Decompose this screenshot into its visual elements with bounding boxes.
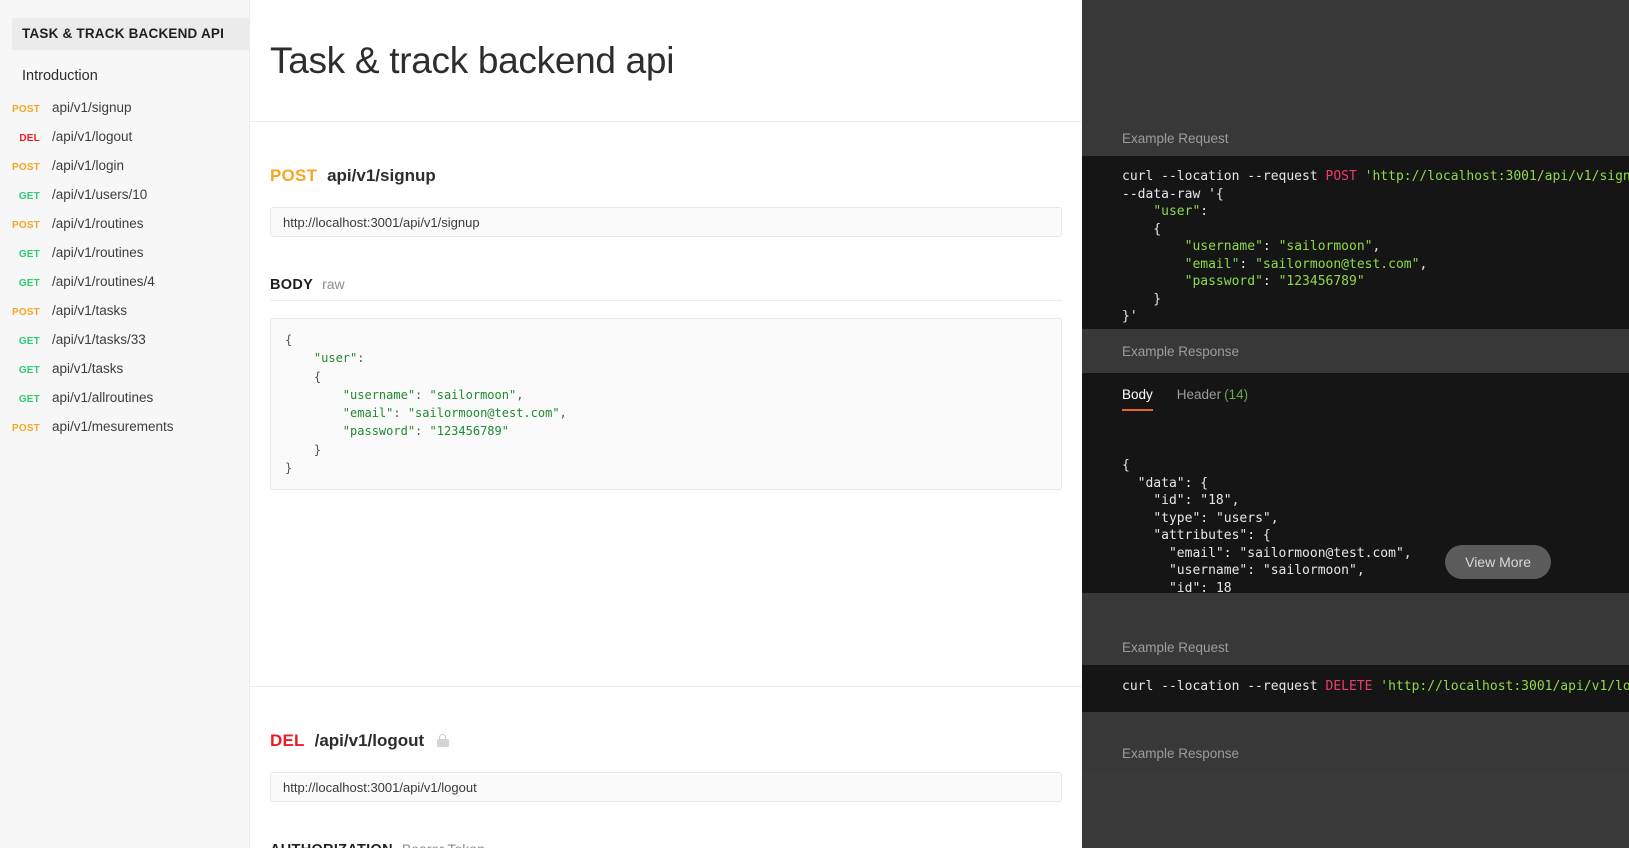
response-code-block: { "data": { "id": "18", "type": "users",… — [1122, 457, 1629, 593]
doc-header: Task & track backend api — [250, 0, 1082, 122]
sidebar-item-method: GET — [4, 249, 40, 260]
sidebar-item-label: /api/v1/tasks/33 — [52, 332, 146, 347]
endpoint-title-row: DEL /api/v1/logout — [270, 731, 1062, 751]
response-tabs: Body Header(14) — [1082, 373, 1629, 411]
sidebar-item-method: POST — [4, 104, 40, 115]
endpoint-url-text: http://localhost:3001/api/v1/logout — [283, 780, 477, 795]
examples-panel: Example Request curl --location --reques… — [1082, 0, 1629, 848]
sidebar-item-api-v1-routines[interactable]: GET/api/v1/routines — [0, 245, 249, 274]
sidebar-item-label: /api/v1/routines/4 — [52, 274, 155, 289]
sidebar-item-method: POST — [4, 423, 40, 434]
sidebar-item-api-v1-login[interactable]: POST/api/v1/login — [0, 158, 249, 187]
body-section-label: BODY raw — [270, 276, 1062, 301]
sidebar-title: TASK & TRACK BACKEND API — [12, 18, 249, 50]
sidebar-item-method: GET — [4, 278, 40, 289]
example-request-band: Example Request — [1082, 0, 1629, 156]
lock-icon — [436, 734, 449, 748]
sidebar-item-api-v1-mesurements[interactable]: POST api/v1/mesurements — [0, 419, 249, 448]
tab-body-label: Body — [1122, 387, 1153, 402]
sidebar-item-api-v1-tasks[interactable]: POST/api/v1/tasks — [0, 303, 249, 332]
tab-header[interactable]: Header(14) — [1177, 387, 1248, 411]
authorization-type-label: Bearer Token — [402, 841, 485, 848]
endpoint-url-field[interactable]: http://localhost:3001/api/v1/signup — [270, 207, 1062, 237]
sidebar-item-label: api/v1/mesurements — [52, 419, 174, 434]
sidebar-item-label: api/v1/tasks — [52, 361, 123, 376]
sidebar-item-method: DEL — [4, 133, 40, 144]
example-request-code-logout[interactable]: curl --location --request DELETE 'http:/… — [1082, 665, 1629, 712]
sidebar-endpoint-list: POSTapi/v1/signupDEL/api/v1/logoutPOST/a… — [0, 100, 249, 448]
api-docs-page: TASK & TRACK BACKEND API Introduction PO… — [0, 0, 1629, 848]
endpoint-title-row: POST api/v1/signup — [270, 166, 1062, 186]
sidebar-item-label: /api/v1/users/10 — [52, 187, 147, 202]
example-response-band: Example Response — [1082, 329, 1629, 373]
endpoint-path: api/v1/signup — [327, 166, 436, 186]
sidebar-item-api-v1-tasks[interactable]: GET api/v1/tasks — [0, 361, 249, 390]
example-request-label: Example Request — [1122, 131, 1229, 156]
endpoint-path: /api/v1/logout — [315, 731, 425, 751]
main-content: Task & track backend api POST api/v1/sig… — [250, 0, 1082, 848]
body-label: BODY — [270, 277, 313, 293]
section-spacer — [270, 490, 1062, 686]
sidebar-item-method: GET — [4, 394, 40, 405]
sidebar-item-api-v1-users-10[interactable]: GET/api/v1/users/10 — [0, 187, 249, 216]
sidebar-item-label: /api/v1/logout — [52, 129, 132, 144]
sidebar-item-method: POST — [4, 220, 40, 231]
sidebar-item-method: POST — [4, 307, 40, 318]
example-response-label: Example Response — [1122, 344, 1239, 359]
endpoint-section-logout: DEL /api/v1/logout http://localhost:3001… — [250, 687, 1082, 848]
example-response-band-2: Example Response — [1082, 712, 1629, 771]
sidebar-item-label: /api/v1/routines — [52, 216, 144, 231]
endpoint-url-field[interactable]: http://localhost:3001/api/v1/logout — [270, 772, 1062, 802]
sidebar-item-label: api/v1/signup — [52, 100, 132, 115]
sidebar-item-label: api/v1/allroutines — [52, 390, 153, 405]
page-title: Task & track backend api — [270, 40, 674, 82]
sidebar-item-introduction[interactable]: Introduction — [12, 64, 249, 88]
sidebar-item-method: GET — [4, 336, 40, 347]
authorization-label: AUTHORIZATION — [270, 842, 393, 848]
example-request-band-2: Example Request — [1082, 593, 1629, 665]
sidebar-item-label: /api/v1/login — [52, 158, 124, 173]
endpoint-method-badge: DEL — [270, 731, 305, 751]
sidebar-item-api-v1-tasks-33[interactable]: GET/api/v1/tasks/33 — [0, 332, 249, 361]
tab-header-label: Header — [1177, 387, 1221, 402]
example-request-label-2: Example Request — [1122, 640, 1229, 665]
sidebar-item-api-v1-allroutines[interactable]: GET api/v1/allroutines — [0, 390, 249, 419]
authorization-section-label: AUTHORIZATION Bearer Token — [270, 841, 1062, 848]
example-response-label-2: Example Response — [1122, 746, 1239, 771]
sidebar-item-method: GET — [4, 191, 40, 202]
sidebar-item-api-v1-routines-4[interactable]: GET/api/v1/routines/4 — [0, 274, 249, 303]
endpoint-method-badge: POST — [270, 166, 317, 186]
example-response-body-signup[interactable]: { "data": { "id": "18", "type": "users",… — [1082, 411, 1629, 593]
sidebar-item-label: /api/v1/tasks — [52, 303, 127, 318]
sidebar-item-api-v1-routines[interactable]: POST/api/v1/routines — [0, 216, 249, 245]
body-type-label: raw — [322, 276, 345, 292]
view-more-button[interactable]: View More — [1445, 545, 1551, 579]
sidebar: TASK & TRACK BACKEND API Introduction PO… — [0, 0, 250, 848]
body-code-block: { "user": { "username": "sailormoon", "e… — [270, 318, 1062, 490]
example-request-code-signup[interactable]: curl --location --request POST 'http://l… — [1082, 156, 1629, 329]
endpoint-url-text: http://localhost:3001/api/v1/signup — [283, 215, 480, 230]
sidebar-item-api-v1-logout[interactable]: DEL/api/v1/logout — [0, 129, 249, 158]
endpoint-section-signup: POST api/v1/signup http://localhost:3001… — [250, 122, 1082, 687]
sidebar-item-method: GET — [4, 365, 40, 376]
sidebar-item-label: /api/v1/routines — [52, 245, 144, 260]
sidebar-item-api-v1-signup[interactable]: POST api/v1/signup — [0, 100, 249, 129]
sidebar-item-method: POST — [4, 162, 40, 173]
tab-header-count: (14) — [1224, 387, 1248, 402]
tab-body[interactable]: Body — [1122, 387, 1153, 411]
